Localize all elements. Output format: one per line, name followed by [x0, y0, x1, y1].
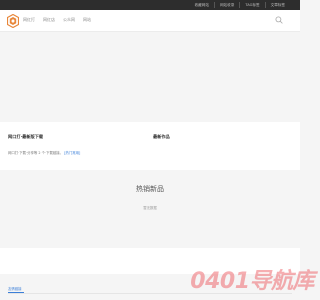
- main-nav: 网红打 网红店 公众网 网站: [23, 17, 91, 23]
- hero-banner: [0, 33, 300, 118]
- hot-heading: 热销新品: [136, 185, 164, 193]
- hot-subtitle: 暂无数据: [143, 206, 157, 210]
- download-section: 网口打·最新版下载 网口打·下载·分享等 2 个·下载链接。 [热门常用]: [8, 134, 138, 155]
- top-link[interactable]: 收藏网站: [190, 2, 214, 8]
- download-desc-text: 网口打·下载·分享等 2 个·下载链接。: [8, 151, 64, 155]
- top-link[interactable]: 文章标签: [264, 2, 290, 8]
- top-link[interactable]: TAG标签: [239, 2, 264, 8]
- friend-links-tab[interactable]: 友情链接: [8, 286, 22, 291]
- download-desc: 网口打·下载·分享等 2 个·下载链接。 [热门常用]: [8, 150, 138, 155]
- hot-products-section: 热销新品 暂无数据: [0, 170, 300, 246]
- download-title: 网口打·最新版下载: [8, 134, 44, 139]
- watermark-logo: 0401导航库: [190, 269, 314, 294]
- info-panel: 网口打·最新版下载 网口打·下载·分享等 2 个·下载链接。 [热门常用] 最新…: [0, 122, 300, 170]
- search-icon[interactable]: [275, 16, 283, 24]
- nav-item[interactable]: 公众网: [63, 17, 75, 23]
- nav-item[interactable]: 网站: [83, 17, 91, 23]
- download-link[interactable]: [热门常用]: [64, 151, 80, 155]
- latest-section: 最新作品: [153, 134, 283, 140]
- site-header: 网红打 网红店 公众网 网站: [0, 10, 300, 32]
- latest-title: 最新作品: [153, 134, 170, 139]
- top-link[interactable]: 网站收录: [213, 2, 239, 8]
- top-bar: 收藏网站 网站收录 TAG标签 文章标签: [0, 0, 300, 10]
- top-links: 收藏网站 网站收录 TAG标签 文章标签: [190, 2, 290, 8]
- nav-item[interactable]: 网红店: [43, 17, 55, 23]
- nav-item[interactable]: 网红打: [23, 17, 35, 23]
- logo-icon[interactable]: [7, 14, 19, 28]
